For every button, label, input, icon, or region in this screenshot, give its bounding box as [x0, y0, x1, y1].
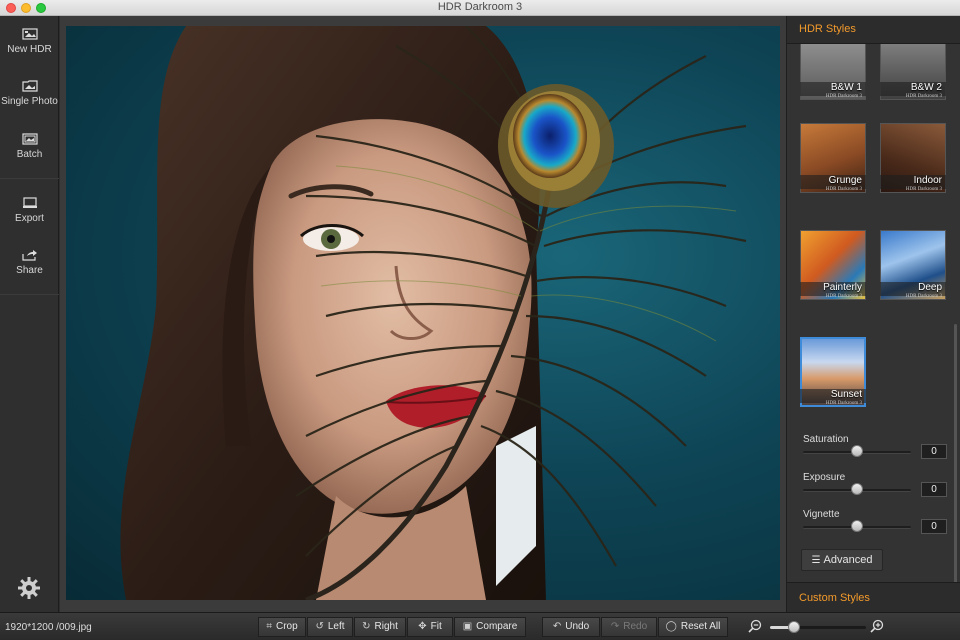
new-hdr-button[interactable]: New HDR [0, 28, 59, 55]
sidebar-divider [0, 178, 59, 179]
style-sub: HDR Darkroom 3 [905, 94, 942, 99]
style-deep[interactable]: Deep HDR Darkroom 3 [880, 230, 946, 314]
style-name: Painterly [823, 282, 862, 293]
saturation-slider-row: Saturation 0 [803, 434, 951, 459]
crop-icon: ⌗ [266, 621, 272, 632]
photo-preview[interactable] [66, 26, 780, 600]
rotate-left-icon: ↺ [315, 621, 324, 632]
rotate-right-label: Right [374, 621, 398, 632]
style-name: B&W 1 [830, 82, 862, 93]
style-bw1[interactable]: B&W 1 HDR Darkroom 3 [800, 44, 866, 114]
reset-all-button[interactable]: ◯ Reset All [658, 617, 728, 637]
undo-label: Undo [565, 621, 590, 632]
portrait-photo [120, 26, 747, 600]
undo-icon: ↶ [552, 621, 562, 632]
hdr-styles-title: HDR Styles [799, 23, 856, 35]
export-label: Export [15, 213, 44, 224]
zoom-track[interactable] [770, 626, 866, 629]
custom-styles-title: Custom Styles [799, 592, 870, 604]
crop-label: Crop [275, 621, 298, 632]
redo-icon: ↷ [610, 621, 620, 632]
style-name: Sunset [830, 389, 862, 400]
fit-label: Fit [430, 621, 442, 632]
window-title: HDR Darkroom 3 [437, 1, 523, 13]
batch-button[interactable]: Batch [0, 133, 59, 160]
style-sub: HDR Darkroom 3 [825, 94, 862, 99]
new-hdr-label: New HDR [7, 44, 52, 55]
fit-icon: ✥ [418, 621, 427, 632]
rotate-right-icon: ↻ [362, 621, 371, 632]
style-sub: HDR Darkroom 3 [905, 294, 942, 299]
export-icon [22, 197, 37, 208]
compare-icon: ▣ [462, 621, 473, 632]
crop-button[interactable]: ⌗ Crop [258, 617, 306, 637]
styles-scrollbar[interactable] [954, 324, 957, 604]
saturation-slider[interactable] [851, 445, 863, 457]
style-sub: HDR Darkroom 3 [825, 294, 862, 299]
exposure-slider-row: Exposure 0 [803, 472, 951, 497]
right-panel: HDR Styles B&W 1 HDR Darkroom 3 B&W 2 HD… [786, 16, 960, 612]
zoom-in-icon[interactable] [870, 619, 884, 633]
gear-icon[interactable] [17, 576, 41, 600]
compare-label: Compare [476, 621, 518, 632]
custom-styles-header[interactable]: Custom Styles [787, 582, 960, 612]
undo-button[interactable]: ↶ Undo [542, 617, 600, 637]
single-photo-button[interactable]: Single Photo [0, 80, 59, 107]
title-bar: HDR Darkroom 3 [0, 0, 960, 16]
reset-icon: ◯ [665, 621, 677, 632]
zoom-slider[interactable] [788, 621, 800, 633]
batch-label: Batch [16, 149, 43, 160]
image-canvas[interactable] [60, 16, 786, 612]
zoom-out-icon[interactable] [748, 619, 762, 633]
style-name: Grunge [828, 175, 862, 186]
style-sunset[interactable]: Sunset HDR Darkroom 3 [800, 337, 866, 421]
app-window: HDR Darkroom 3 New HDR Single Photo Batc… [0, 0, 960, 640]
style-sub: HDR Darkroom 3 [905, 187, 942, 192]
style-painterly[interactable]: Painterly HDR Darkroom 3 [800, 230, 866, 314]
hdr-styles-header[interactable]: HDR Styles [787, 16, 960, 44]
saturation-value-field[interactable]: 0 [921, 444, 947, 459]
exposure-value-field[interactable]: 0 [921, 482, 947, 497]
style-sub: HDR Darkroom 3 [825, 401, 862, 406]
style-indoor[interactable]: Indoor HDR Darkroom 3 [880, 123, 946, 207]
rotate-right-button[interactable]: ↻ Right [354, 617, 406, 637]
vignette-slider[interactable] [851, 520, 863, 532]
rotate-left-button[interactable]: ↺ Left [307, 617, 353, 637]
style-grunge[interactable]: Grunge HDR Darkroom 3 [800, 123, 866, 207]
rotate-left-label: Left [327, 621, 345, 632]
advanced-button[interactable]: ☰ Advanced [801, 549, 883, 571]
reset-all-label: Reset All [680, 621, 721, 632]
single-photo-label: Single Photo [1, 96, 58, 107]
list-icon: ☰ [811, 555, 821, 566]
advanced-label: Advanced [823, 554, 873, 566]
compare-button[interactable]: ▣ Compare [454, 617, 526, 637]
style-bw2[interactable]: B&W 2 HDR Darkroom 3 [880, 44, 946, 114]
vignette-value-field[interactable]: 0 [921, 519, 947, 534]
style-name: Indoor [913, 175, 942, 186]
batch-icon [21, 133, 38, 145]
style-sub: HDR Darkroom 3 [825, 187, 862, 192]
redo-button[interactable]: ↷ Redo [601, 617, 657, 637]
exposure-slider[interactable] [851, 483, 863, 495]
share-label: Share [16, 265, 43, 276]
left-sidebar: New HDR Single Photo Batch Export Share [0, 16, 59, 612]
style-name: Deep [918, 282, 942, 293]
sidebar-divider [0, 294, 59, 295]
single-photo-icon [21, 80, 38, 92]
share-button[interactable]: Share [0, 249, 59, 276]
redo-label: Redo [623, 621, 648, 632]
bottom-toolbar: 1920*1200 /009.jpg ⌗ Crop ↺ Left ↻ Right ✥ F… [0, 612, 960, 640]
share-icon [21, 250, 37, 261]
export-button[interactable]: Export [0, 197, 59, 224]
vignette-slider-row: Vignette 0 [803, 509, 951, 534]
fit-button[interactable]: ✥ Fit [407, 617, 453, 637]
new-hdr-icon [21, 28, 38, 40]
style-name: B&W 2 [910, 82, 942, 93]
file-info: 1920*1200 /009.jpg [5, 622, 92, 633]
hdr-styles-list: B&W 1 HDR Darkroom 3 B&W 2 HDR Darkroom … [787, 44, 960, 426]
